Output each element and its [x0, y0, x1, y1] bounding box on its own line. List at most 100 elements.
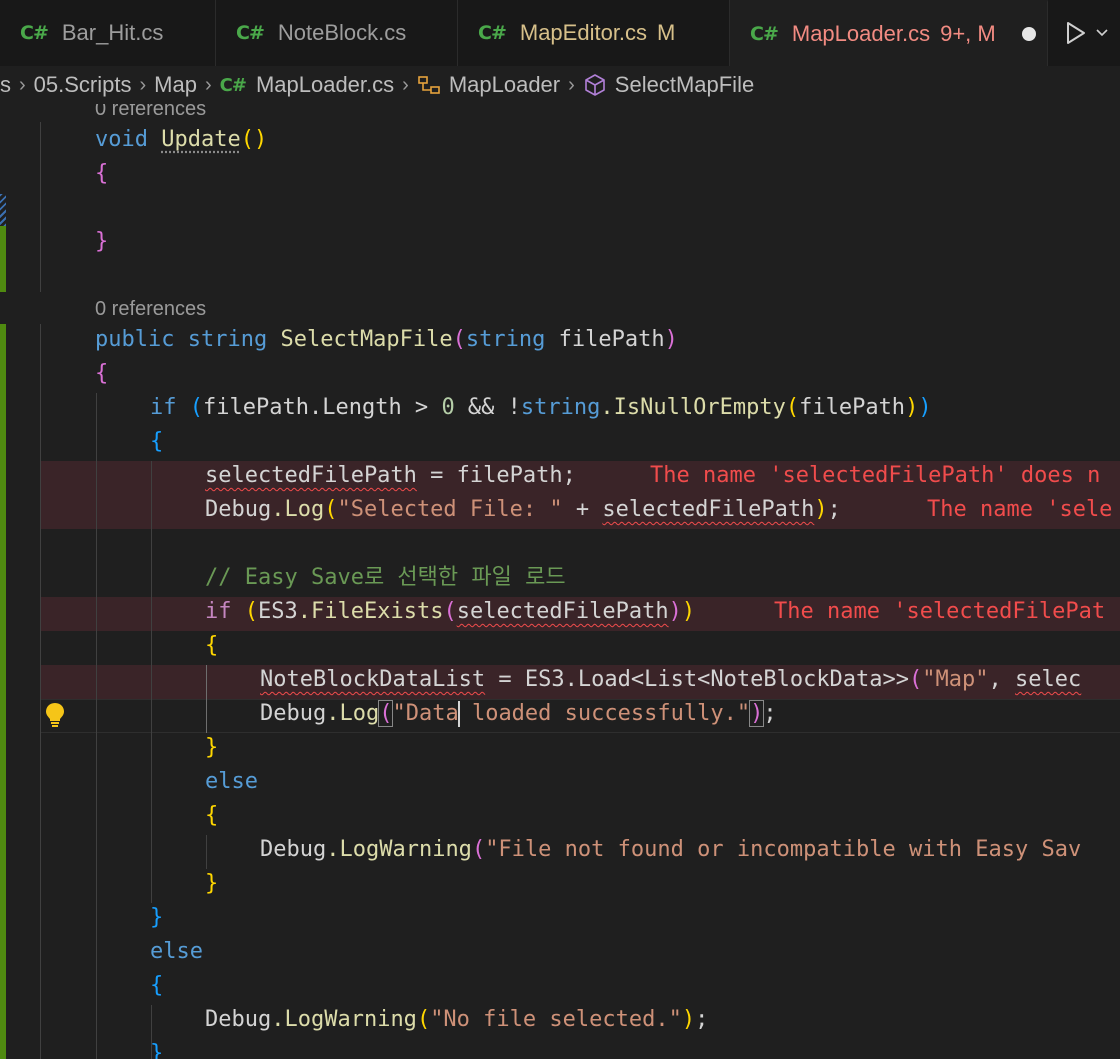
codelens-references[interactable]: 0 references	[95, 298, 206, 320]
bracket: {	[150, 429, 164, 454]
bracket: {	[205, 803, 219, 828]
bracket: {	[95, 361, 109, 386]
keyword: string	[187, 327, 268, 352]
semicolon: ;	[763, 701, 777, 726]
tab-modified-status: M	[657, 20, 676, 45]
class-symbol-icon	[418, 76, 440, 94]
keyword: public	[95, 327, 175, 352]
tab-label: NoteBlock.cs	[277, 20, 407, 45]
inline-error-message: The name 'selectedFilePat	[774, 599, 1106, 624]
code-line: {	[0, 157, 1120, 191]
string-literal: "File not found or incompatible with Eas…	[485, 837, 1082, 862]
breadcrumb-item-scripts[interactable]: 05.Scripts	[34, 72, 132, 98]
code-line: else	[0, 935, 1120, 969]
operator: >	[401, 395, 442, 420]
code-line: Debug.LogWarning("File not found or inco…	[260, 837, 1082, 862]
run-controls	[1048, 0, 1120, 66]
string-literal: "Data	[392, 701, 459, 726]
code-line: }	[0, 1037, 1120, 1059]
csharp-file-icon: C#	[219, 74, 247, 96]
inline-error-message: The name 'sele	[927, 497, 1113, 522]
bracket: {	[205, 633, 219, 658]
keyword: else	[150, 939, 203, 964]
method-symbol-icon	[584, 74, 605, 96]
chevron-right-icon: ›	[568, 73, 575, 96]
error-identifier: NoteBlockDataList	[260, 667, 486, 692]
method-name: .Log	[271, 497, 325, 522]
operator: =	[485, 667, 525, 692]
code-line: public string SelectMapFile(string fileP…	[95, 327, 678, 352]
error-identifier: selec	[1015, 667, 1082, 692]
identifier: filePath	[558, 327, 665, 352]
keyword: if	[205, 599, 232, 624]
tab-label: Bar_Hit.cs	[61, 20, 164, 45]
tab-problem-status: 9+, M	[940, 21, 996, 46]
bracket: }	[150, 1041, 164, 1059]
error-identifier: selectedFilePath	[205, 463, 417, 488]
keyword: void	[95, 127, 148, 152]
code-line: {	[0, 799, 1120, 833]
number: 0	[441, 395, 455, 420]
breadcrumb-item-method[interactable]: SelectMapFile	[615, 72, 754, 98]
code-line: {	[0, 425, 1120, 459]
method-name: .LogWarning	[326, 837, 472, 862]
breadcrumb-item-file[interactable]: MapLoader.cs	[256, 72, 394, 98]
tab-noteblock[interactable]: C# NoteBlock.cs	[216, 0, 458, 66]
unsaved-dot-icon[interactable]	[1021, 27, 1036, 41]
code-line: selectedFilePath = filePath; The name 's…	[0, 459, 1120, 493]
string-literal: "Selected File: "	[337, 497, 563, 522]
tab-bar-hit[interactable]: C# Bar_Hit.cs	[0, 0, 216, 66]
csharp-file-icon: C#	[750, 23, 779, 45]
identifier: ES3.Load<List<NoteBlockData>>	[524, 667, 910, 692]
operator: +	[562, 497, 603, 522]
breadcrumb-item-class[interactable]: MapLoader	[449, 72, 560, 98]
csharp-file-icon: C#	[236, 22, 265, 44]
inline-error-message: The name 'selectedFilePath' does n	[650, 463, 1101, 488]
chevron-down-icon[interactable]	[1094, 25, 1110, 41]
code-editor[interactable]: 0 references void Update() { } 0 referen…	[0, 104, 1120, 1059]
keyword: else	[205, 769, 258, 794]
operator: !	[507, 395, 521, 420]
bracket: {	[150, 973, 164, 998]
comma: ,	[988, 667, 1016, 692]
csharp-file-icon: C#	[478, 22, 507, 44]
tab-mapeditor[interactable]: C# MapEditor.cs M	[458, 0, 730, 66]
identifier: filePath	[799, 395, 906, 420]
identifier: filePath	[456, 463, 563, 488]
code-line: {	[0, 629, 1120, 663]
keyword: string	[520, 395, 601, 420]
code-line: NoteBlockDataList = ES3.Load<List<NoteBl…	[260, 667, 1082, 692]
breadcrumb-item-parent[interactable]: s	[0, 72, 11, 98]
code-line: // Easy Save로 선택한 파일 로드	[0, 561, 1120, 595]
code-line: if (filePath.Length > 0 && !string.IsNul…	[150, 395, 932, 420]
chevron-right-icon: ›	[139, 73, 147, 96]
comment: // Easy Save로 선택한 파일 로드	[205, 565, 566, 590]
string-literal: "No file selected."	[430, 1007, 682, 1032]
codelens-references[interactable]: 0 references	[95, 104, 206, 120]
chevron-right-icon: ›	[402, 73, 409, 96]
identifier: Debug	[205, 497, 272, 522]
operator: &&	[454, 395, 508, 420]
error-identifier: selectedFilePath	[456, 599, 669, 624]
string-literal: loaded successfully."	[458, 701, 751, 726]
lightbulb-icon[interactable]	[44, 701, 66, 727]
method-name: .LogWarning	[271, 1007, 417, 1032]
code-line: Debug.Log("Selected File: " + selectedFi…	[0, 493, 1120, 527]
semicolon: ;	[695, 1007, 709, 1032]
code-line: }	[0, 225, 1120, 259]
string-literal: "Map"	[922, 667, 989, 692]
identifier: Debug	[205, 1007, 272, 1032]
editor-tab-bar: C# Bar_Hit.cs C# NoteBlock.cs C# MapEdit…	[0, 0, 1120, 66]
code-line: if (ES3.FileExists(selectedFilePath)) Th…	[0, 595, 1120, 629]
code-line: }	[0, 731, 1120, 765]
code-line: {	[0, 969, 1120, 1003]
bracket: }	[150, 905, 164, 930]
tab-label: MapLoader.cs	[791, 21, 931, 46]
tab-maploader[interactable]: C# MapLoader.cs 9+, M	[730, 0, 1048, 66]
run-icon[interactable]	[1060, 18, 1090, 48]
bracket: }	[205, 871, 219, 896]
code-line: {	[0, 357, 1120, 391]
breadcrumb-item-map[interactable]: Map	[154, 72, 197, 98]
method-name: .Log	[326, 701, 380, 726]
bracket: }	[95, 229, 109, 254]
